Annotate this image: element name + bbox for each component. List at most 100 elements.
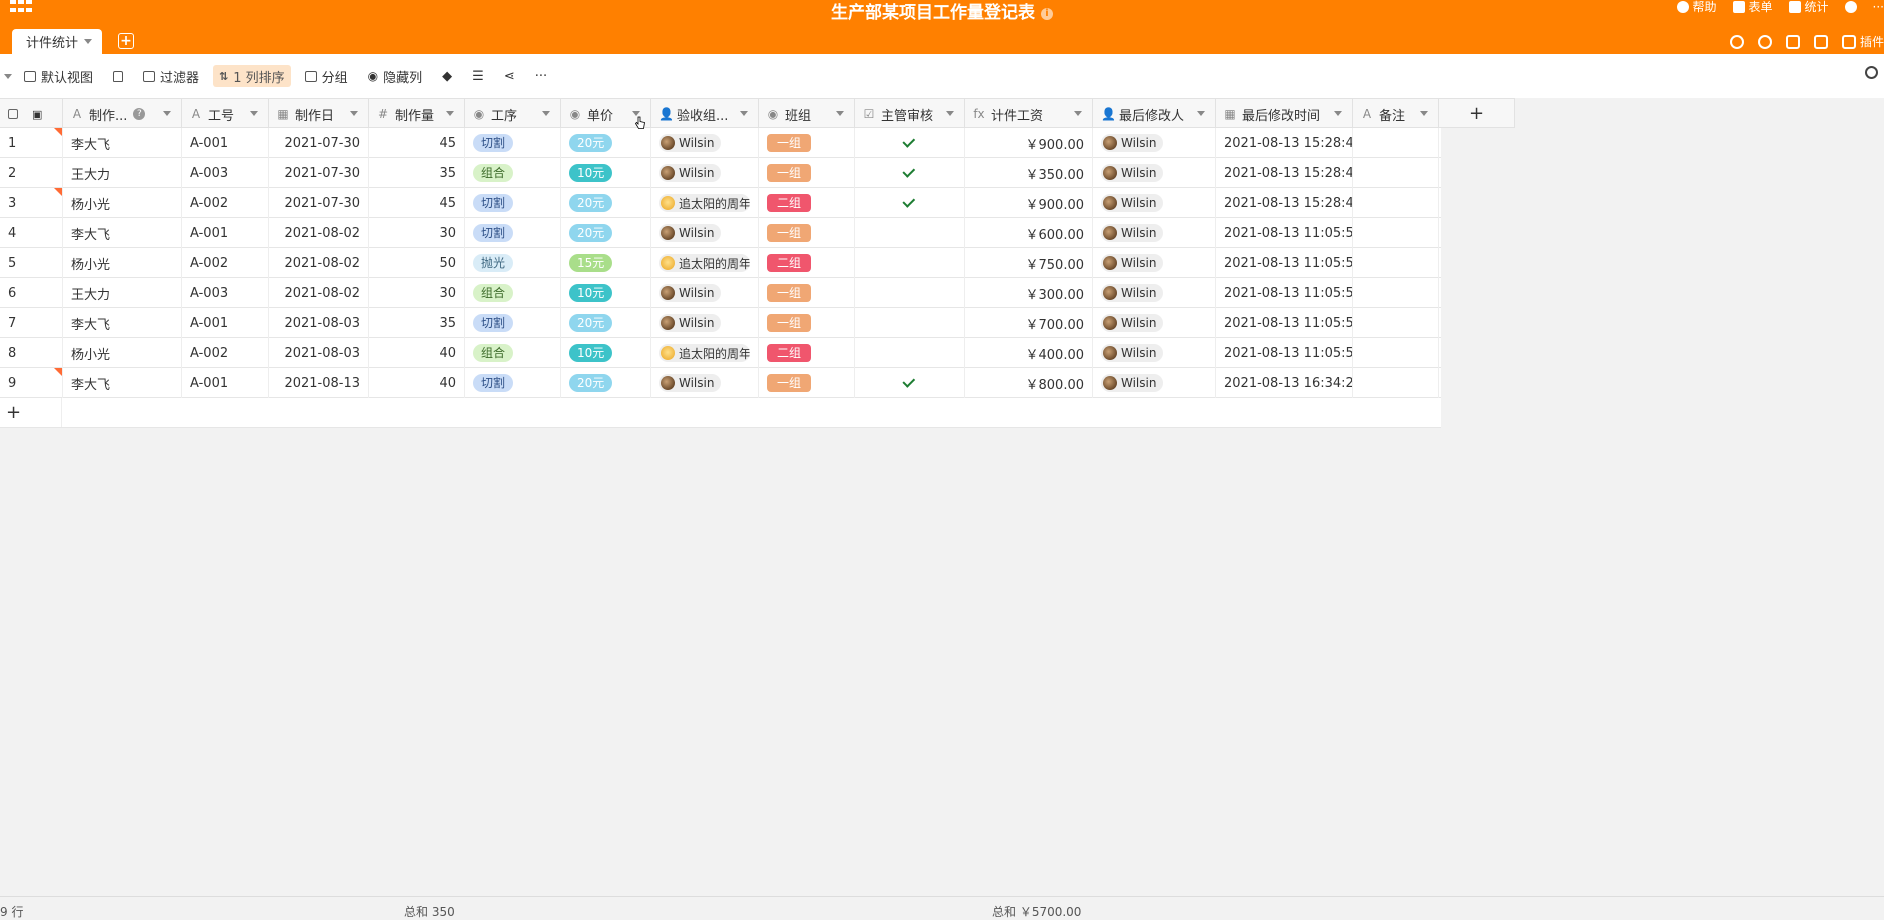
cell-id[interactable]: A-003	[182, 278, 269, 308]
cell-name[interactable]: 李大飞	[63, 308, 182, 338]
cell-approval[interactable]	[855, 128, 965, 158]
chevron-down-icon[interactable]	[250, 111, 258, 116]
chevron-down-icon[interactable]	[836, 111, 844, 116]
lock-icon[interactable]: ▣	[32, 108, 42, 121]
share-view-button[interactable]: ⋖	[498, 65, 521, 87]
table-row[interactable]: 6王大力A-0032021-08-0230组合10元Wilsin一组￥300.0…	[0, 278, 1441, 308]
cell-note[interactable]	[1353, 158, 1439, 188]
cell-modified[interactable]: 2021-08-13 15:28:48	[1216, 128, 1353, 158]
cell-approval[interactable]	[855, 308, 965, 338]
cell-date[interactable]: 2021-08-03	[269, 308, 369, 338]
cell-date[interactable]: 2021-08-02	[269, 248, 369, 278]
cell-qty[interactable]: 30	[369, 278, 465, 308]
row-number-cell[interactable]: 8	[0, 338, 63, 368]
column-header[interactable]: 👤最后修改人	[1093, 99, 1216, 129]
cell-modifier[interactable]: Wilsin	[1093, 218, 1216, 248]
cell-name[interactable]: 王大力	[63, 158, 182, 188]
cell-price[interactable]: 20元	[561, 218, 651, 248]
cell-checker[interactable]: Wilsin	[651, 368, 759, 398]
cell-team[interactable]: 一组	[759, 368, 855, 398]
cell-wage[interactable]: ￥350.00	[965, 158, 1093, 188]
table-row[interactable]: 9李大飞A-0012021-08-1340切割20元Wilsin一组￥800.0…	[0, 368, 1441, 398]
cell-date[interactable]: 2021-08-13	[269, 368, 369, 398]
cell-process[interactable]: 切割	[465, 368, 561, 398]
cell-team[interactable]: 一组	[759, 128, 855, 158]
collapse-icon[interactable]	[4, 74, 12, 79]
cell-qty[interactable]: 40	[369, 368, 465, 398]
cell-date[interactable]: 2021-07-30	[269, 188, 369, 218]
column-header[interactable]: ▦制作日	[269, 99, 369, 129]
row-number-cell[interactable]: 1	[0, 128, 63, 158]
cell-modified[interactable]: 2021-08-13 15:28:49	[1216, 158, 1353, 188]
cell-approval[interactable]	[855, 368, 965, 398]
settings-icon[interactable]	[1814, 35, 1828, 49]
cell-modified[interactable]: 2021-08-13 16:34:28	[1216, 368, 1353, 398]
cell-id[interactable]: A-001	[182, 218, 269, 248]
cell-modifier[interactable]: Wilsin	[1093, 308, 1216, 338]
cell-checker[interactable]: Wilsin	[651, 278, 759, 308]
cell-name[interactable]: 李大飞	[63, 368, 182, 398]
cell-checker[interactable]: 追太阳的周年	[651, 188, 759, 218]
chevron-down-icon[interactable]	[446, 111, 454, 116]
cell-note[interactable]	[1353, 248, 1439, 278]
cell-price[interactable]: 10元	[561, 338, 651, 368]
cell-process[interactable]: 组合	[465, 338, 561, 368]
cell-wage[interactable]: ￥700.00	[965, 308, 1093, 338]
column-header[interactable]: 👤验收组...	[651, 99, 759, 129]
cell-checker[interactable]: Wilsin	[651, 158, 759, 188]
table-row[interactable]: 2王大力A-0032021-07-3035组合10元Wilsin一组￥350.0…	[0, 158, 1441, 188]
cell-price[interactable]: 15元	[561, 248, 651, 278]
row-number-cell[interactable]: 2	[0, 158, 63, 188]
table-row[interactable]: 8杨小光A-0022021-08-0340组合10元追太阳的周年二组￥400.0…	[0, 338, 1441, 368]
more-button[interactable]: ···	[529, 65, 553, 87]
cell-checker[interactable]: 追太阳的周年	[651, 248, 759, 278]
cell-qty[interactable]: 45	[369, 128, 465, 158]
cell-price[interactable]: 20元	[561, 308, 651, 338]
info-icon[interactable]: i	[1041, 8, 1053, 20]
cell-approval[interactable]	[855, 218, 965, 248]
cell-date[interactable]: 2021-07-30	[269, 158, 369, 188]
cell-note[interactable]	[1353, 368, 1439, 398]
cell-approval[interactable]	[855, 188, 965, 218]
more-icon[interactable]: ···	[1873, 0, 1884, 14]
cell-modifier[interactable]: Wilsin	[1093, 368, 1216, 398]
cell-name[interactable]: 杨小光	[63, 248, 182, 278]
cell-wage[interactable]: ￥750.00	[965, 248, 1093, 278]
column-header[interactable]: #制作量	[369, 99, 465, 129]
cell-modified[interactable]: 2021-08-13 11:05:59	[1216, 248, 1353, 278]
sort-button[interactable]: ⇅1 列排序	[213, 65, 291, 87]
chevron-down-icon[interactable]	[740, 111, 748, 116]
chevron-down-icon[interactable]	[163, 111, 171, 116]
column-header[interactable]: fx计件工资	[965, 99, 1093, 129]
row-number-cell[interactable]: 5	[0, 248, 63, 278]
table-row[interactable]: 7李大飞A-0012021-08-0335切割20元Wilsin一组￥700.0…	[0, 308, 1441, 338]
view-button[interactable]: 默认视图	[18, 65, 99, 87]
chevron-down-icon[interactable]	[1334, 111, 1342, 116]
cell-qty[interactable]: 40	[369, 338, 465, 368]
code-icon[interactable]	[1786, 35, 1800, 49]
cell-team[interactable]: 二组	[759, 248, 855, 278]
cell-process[interactable]: 切割	[465, 218, 561, 248]
cell-team[interactable]: 二组	[759, 338, 855, 368]
chevron-down-icon[interactable]	[1197, 111, 1205, 116]
add-tab-icon[interactable]: +	[118, 33, 134, 49]
table-row[interactable]: 1李大飞A-0012021-07-3045切割20元Wilsin一组￥900.0…	[0, 128, 1441, 158]
cell-approval[interactable]	[855, 248, 965, 278]
cell-modified[interactable]: 2021-08-13 11:05:59	[1216, 308, 1353, 338]
cell-team[interactable]: 二组	[759, 188, 855, 218]
column-header[interactable]: ☑主管审核	[855, 99, 965, 129]
cell-name[interactable]: 王大力	[63, 278, 182, 308]
row-height-button[interactable]: ☰	[466, 65, 490, 87]
cell-note[interactable]	[1353, 338, 1439, 368]
add-row-button[interactable]: +	[0, 398, 62, 427]
cell-qty[interactable]: 50	[369, 248, 465, 278]
cell-team[interactable]: 一组	[759, 278, 855, 308]
cell-team[interactable]: 一组	[759, 158, 855, 188]
row-number-cell[interactable]: 3	[0, 188, 63, 218]
hide-columns-button[interactable]: ◉隐藏列	[362, 65, 429, 87]
cell-process[interactable]: 切割	[465, 188, 561, 218]
cell-approval[interactable]	[855, 278, 965, 308]
cell-name[interactable]: 李大飞	[63, 128, 182, 158]
cell-date[interactable]: 2021-08-02	[269, 218, 369, 248]
cell-approval[interactable]	[855, 158, 965, 188]
